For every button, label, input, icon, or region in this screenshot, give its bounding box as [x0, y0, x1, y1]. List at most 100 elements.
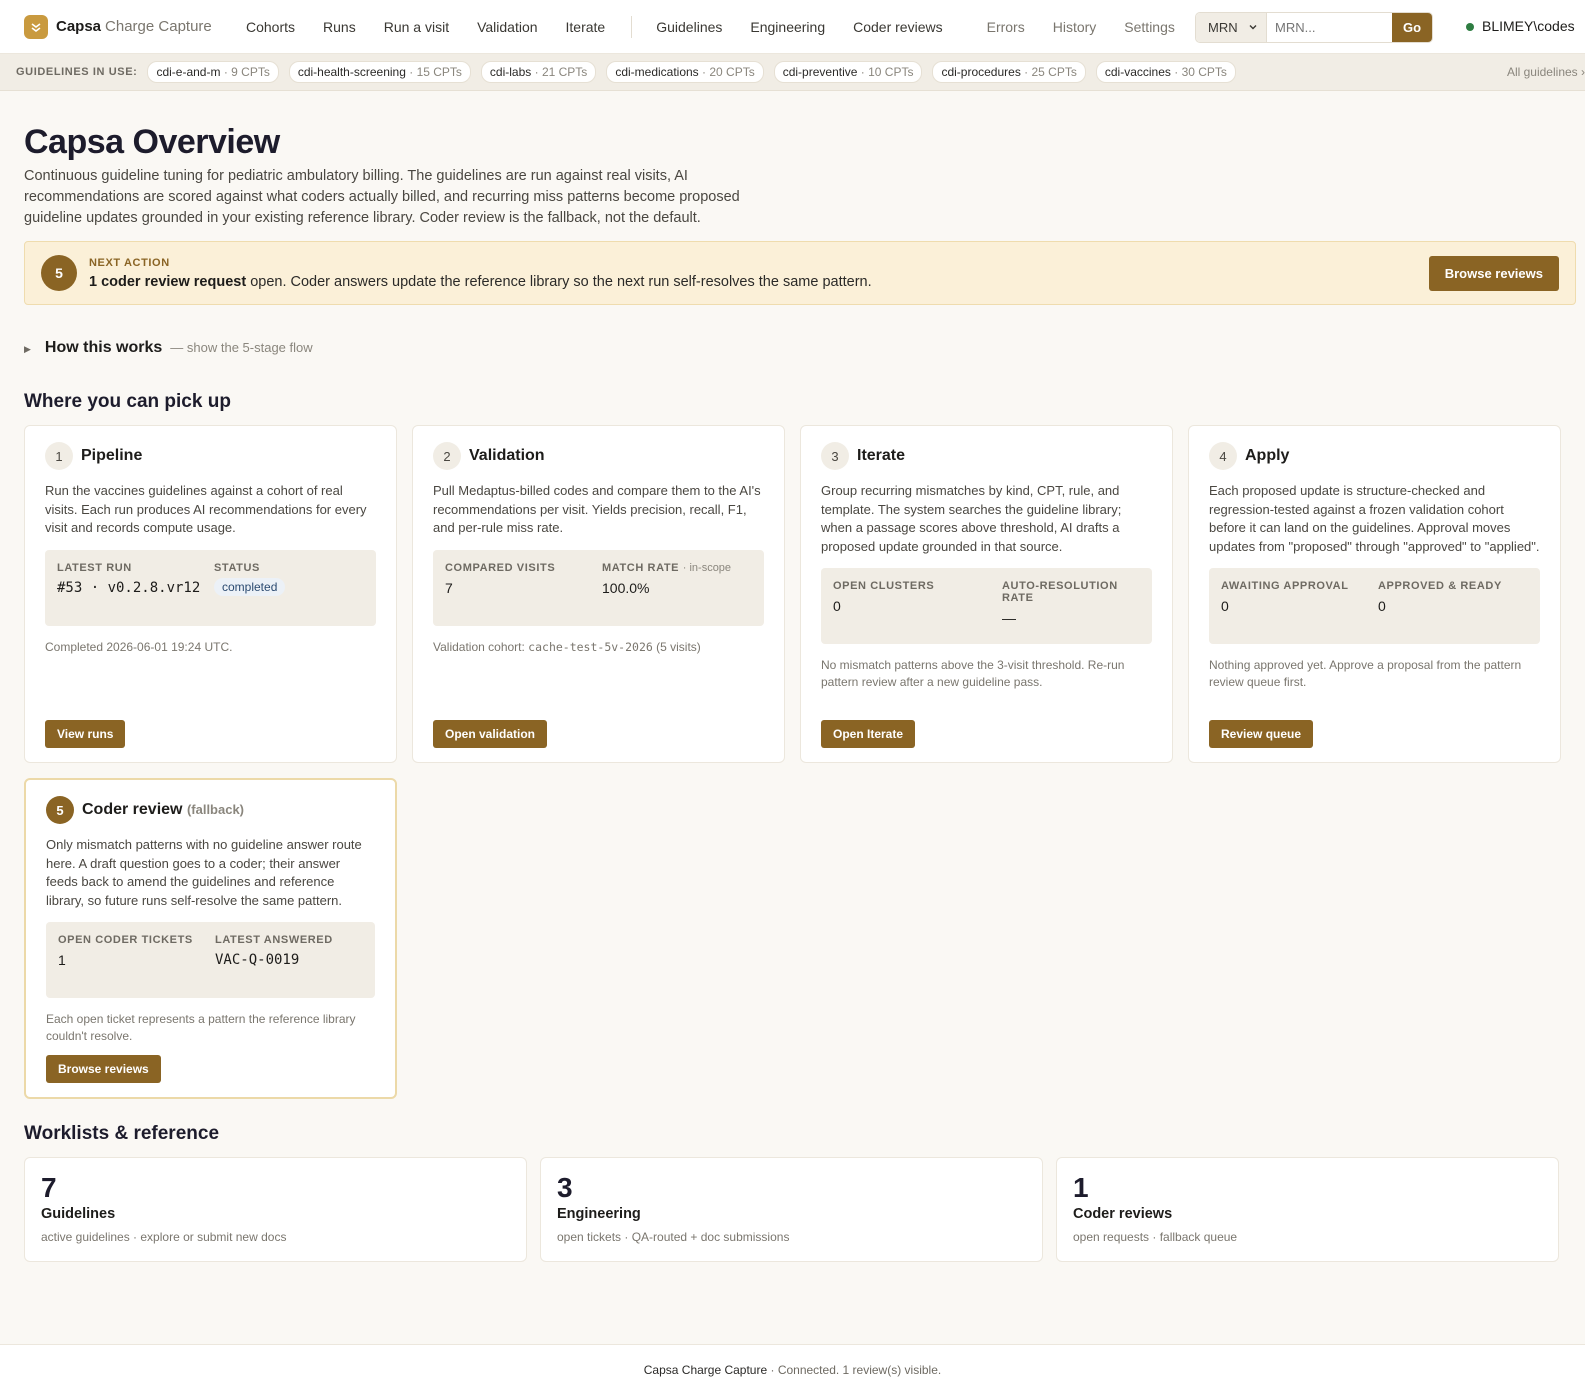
nav-runs[interactable]: Runs [323, 19, 356, 35]
user-name: BLIMEY\codes [1482, 18, 1575, 34]
browse-reviews-button[interactable]: Browse reviews [1428, 256, 1559, 291]
footer-text: Capsa Charge Capture · Connected. 1 revi… [643, 1362, 942, 1377]
main-content: Capsa Overview Continuous guideline tuni… [0, 123, 1585, 1262]
stat-box: OPEN CLUSTERS 0 AUTO-RESOLUTION RATE — [821, 568, 1152, 644]
card-note: No mismatch patterns above the 3-visit t… [821, 658, 1125, 689]
worklist-subtitle: open tickets · QA-routed + doc submissio… [557, 1230, 790, 1244]
view-runs-button[interactable]: View runs [45, 720, 126, 748]
mrn-type-select[interactable]: MRN [1196, 13, 1267, 42]
stat-label: MATCH RATE · in-scope [602, 561, 732, 574]
nav-coder-reviews[interactable]: Coder reviews [853, 19, 942, 35]
user-menu[interactable]: BLIMEY\codes [1466, 18, 1575, 34]
worklist-count: 1 [1073, 1172, 1089, 1203]
card-description: Only mismatch patterns with no guideline… [46, 837, 362, 908]
stat-label: OPEN CODER TICKETS [58, 934, 193, 946]
open-coder-tickets-value: 1 [58, 952, 66, 968]
nav-divider [631, 15, 633, 38]
worklist-title: Guidelines [41, 1206, 116, 1222]
nav-iterate[interactable]: Iterate [566, 19, 606, 35]
nav-links: Cohorts Runs Run a visit Validation Iter… [246, 15, 1203, 38]
mrn-search: MRN Go [1195, 12, 1433, 43]
stage-number: 4 [1209, 442, 1237, 470]
pickup-heading: Where you can pick up [24, 391, 231, 412]
card-title: Coder review (fallback) [82, 801, 245, 818]
card-note: Nothing approved yet. Approve a proposal… [1209, 658, 1522, 689]
guideline-chip[interactable]: cdi-vaccines · 30 CPTs [1095, 61, 1236, 83]
stat-label: OPEN CLUSTERS [833, 580, 935, 592]
guideline-chip[interactable]: cdi-medications · 20 CPTs [606, 61, 764, 83]
footer: Capsa Charge Capture · Connected. 1 revi… [0, 1344, 1585, 1394]
guidelines-in-use-strip: GUIDELINES IN USE: cdi-e-and-m · 9 CPTs … [0, 54, 1585, 91]
guideline-chip[interactable]: cdi-health-screening · 15 CPTs [288, 61, 471, 83]
guideline-chip[interactable]: cdi-preventive · 10 CPTs [773, 61, 923, 83]
worklist-subtitle: active guidelines · explore or submit ne… [41, 1230, 287, 1244]
card-note: Validation cohort: cache-test-5v-2026 (5… [433, 639, 701, 654]
card-title: Pipeline [81, 447, 143, 464]
stat-box: OPEN CODER TICKETS 1 LATEST ANSWERED VAC… [46, 922, 375, 998]
auto-resolution-value: — [1002, 610, 1016, 626]
how-this-works-toggle[interactable]: ▶ How this works — show the 5-stage flow [24, 339, 1561, 357]
card-title: Apply [1245, 447, 1290, 464]
nav-guidelines[interactable]: Guidelines [656, 19, 722, 35]
nav-engineering[interactable]: Engineering [750, 19, 825, 35]
iterate-card: 3 Iterate Group recurring mismatches by … [800, 425, 1173, 763]
latest-run-value: #53 · v0.2.8.vr12 [57, 579, 201, 596]
next-action-label: NEXT ACTION [89, 256, 170, 269]
worklist-coder-reviews[interactable]: 1 Coder reviews open requests · fallback… [1056, 1157, 1559, 1262]
open-clusters-value: 0 [833, 598, 841, 614]
mrn-input[interactable] [1267, 13, 1392, 42]
stage-cards: 1 Pipeline Run the vaccines guidelines a… [24, 425, 1561, 1099]
stat-label: LATEST ANSWERED [215, 934, 333, 946]
match-rate-value: 100.0% [602, 579, 650, 596]
card-description: Group recurring mismatches by kind, CPT,… [821, 483, 1122, 554]
page-intro: Continuous guideline tuning for pediatri… [24, 168, 740, 226]
nav-cohorts[interactable]: Cohorts [246, 19, 295, 35]
nav-history[interactable]: History [1053, 19, 1097, 35]
review-queue-button[interactable]: Review queue [1209, 720, 1314, 748]
card-description: Pull Medaptus-billed codes and compare t… [433, 483, 761, 535]
compared-visits-value: 7 [445, 579, 453, 596]
nav-run-a-visit[interactable]: Run a visit [384, 19, 449, 35]
stat-label: STATUS [214, 561, 260, 574]
stat-box: COMPARED VISITS 7 MATCH RATE · in-scope … [433, 549, 764, 626]
card-note: Each open ticket represents a pattern th… [46, 1012, 356, 1043]
cohort-code: cache-test-5v-2026 [528, 639, 653, 654]
stage-number: 3 [821, 442, 849, 470]
worklist-title: Coder reviews [1073, 1206, 1173, 1222]
mrn-select-value: MRN [1208, 20, 1238, 35]
nav-errors[interactable]: Errors [987, 19, 1025, 35]
worklist-subtitle: open requests · fallback queue [1073, 1230, 1238, 1244]
guideline-chip[interactable]: cdi-labs · 21 CPTs [480, 61, 597, 83]
open-validation-button[interactable]: Open validation [433, 720, 548, 748]
open-iterate-button[interactable]: Open Iterate [821, 720, 916, 748]
top-nav: Capsa Charge Capture Cohorts Runs Run a … [0, 0, 1585, 54]
browse-reviews-card-button[interactable]: Browse reviews [46, 1055, 161, 1083]
guideline-chip[interactable]: cdi-e-and-m · 9 CPTs [147, 61, 279, 83]
page-title: Capsa Overview [24, 123, 280, 161]
coder-review-card: 5 Coder review (fallback) Only mismatch … [24, 778, 397, 1099]
stage-number: 2 [433, 442, 461, 470]
worklist-count: 7 [41, 1172, 57, 1203]
worklist-engineering[interactable]: 3 Engineering open tickets · QA-routed +… [540, 1157, 1043, 1262]
stage-number: 1 [45, 442, 73, 470]
all-guidelines-link[interactable]: All guidelines › [1507, 65, 1585, 79]
guideline-chip[interactable]: cdi-procedures · 25 CPTs [932, 61, 1086, 83]
nav-validation[interactable]: Validation [477, 19, 537, 35]
worklist-guidelines[interactable]: 7 Guidelines active guidelines · explore… [24, 1157, 527, 1262]
pipeline-card: 1 Pipeline Run the vaccines guidelines a… [24, 425, 397, 763]
how-title: How this works [44, 339, 163, 356]
next-action-number: 5 [41, 255, 77, 291]
apply-card: 4 Apply Each proposed update is structur… [1188, 425, 1561, 763]
mrn-go-button[interactable]: Go [1392, 13, 1432, 42]
card-note: Completed 2026-06-01 19:24 UTC. [45, 639, 233, 654]
chevron-down-icon [1248, 20, 1258, 35]
worklist-count: 3 [557, 1172, 573, 1203]
brand-sub: Charge Capture [105, 18, 212, 35]
validation-card: 2 Validation Pull Medaptus-billed codes … [412, 425, 785, 763]
brand[interactable]: Capsa Charge Capture [24, 14, 246, 39]
nav-settings[interactable]: Settings [1124, 19, 1175, 35]
next-action-banner: 5 NEXT ACTION 1 coder review request ope… [24, 241, 1576, 305]
approved-ready-value: 0 [1378, 598, 1386, 614]
stat-box: LATEST RUN #53 · v0.2.8.vr12 STATUS comp… [45, 549, 376, 626]
awaiting-approval-value: 0 [1221, 598, 1229, 614]
